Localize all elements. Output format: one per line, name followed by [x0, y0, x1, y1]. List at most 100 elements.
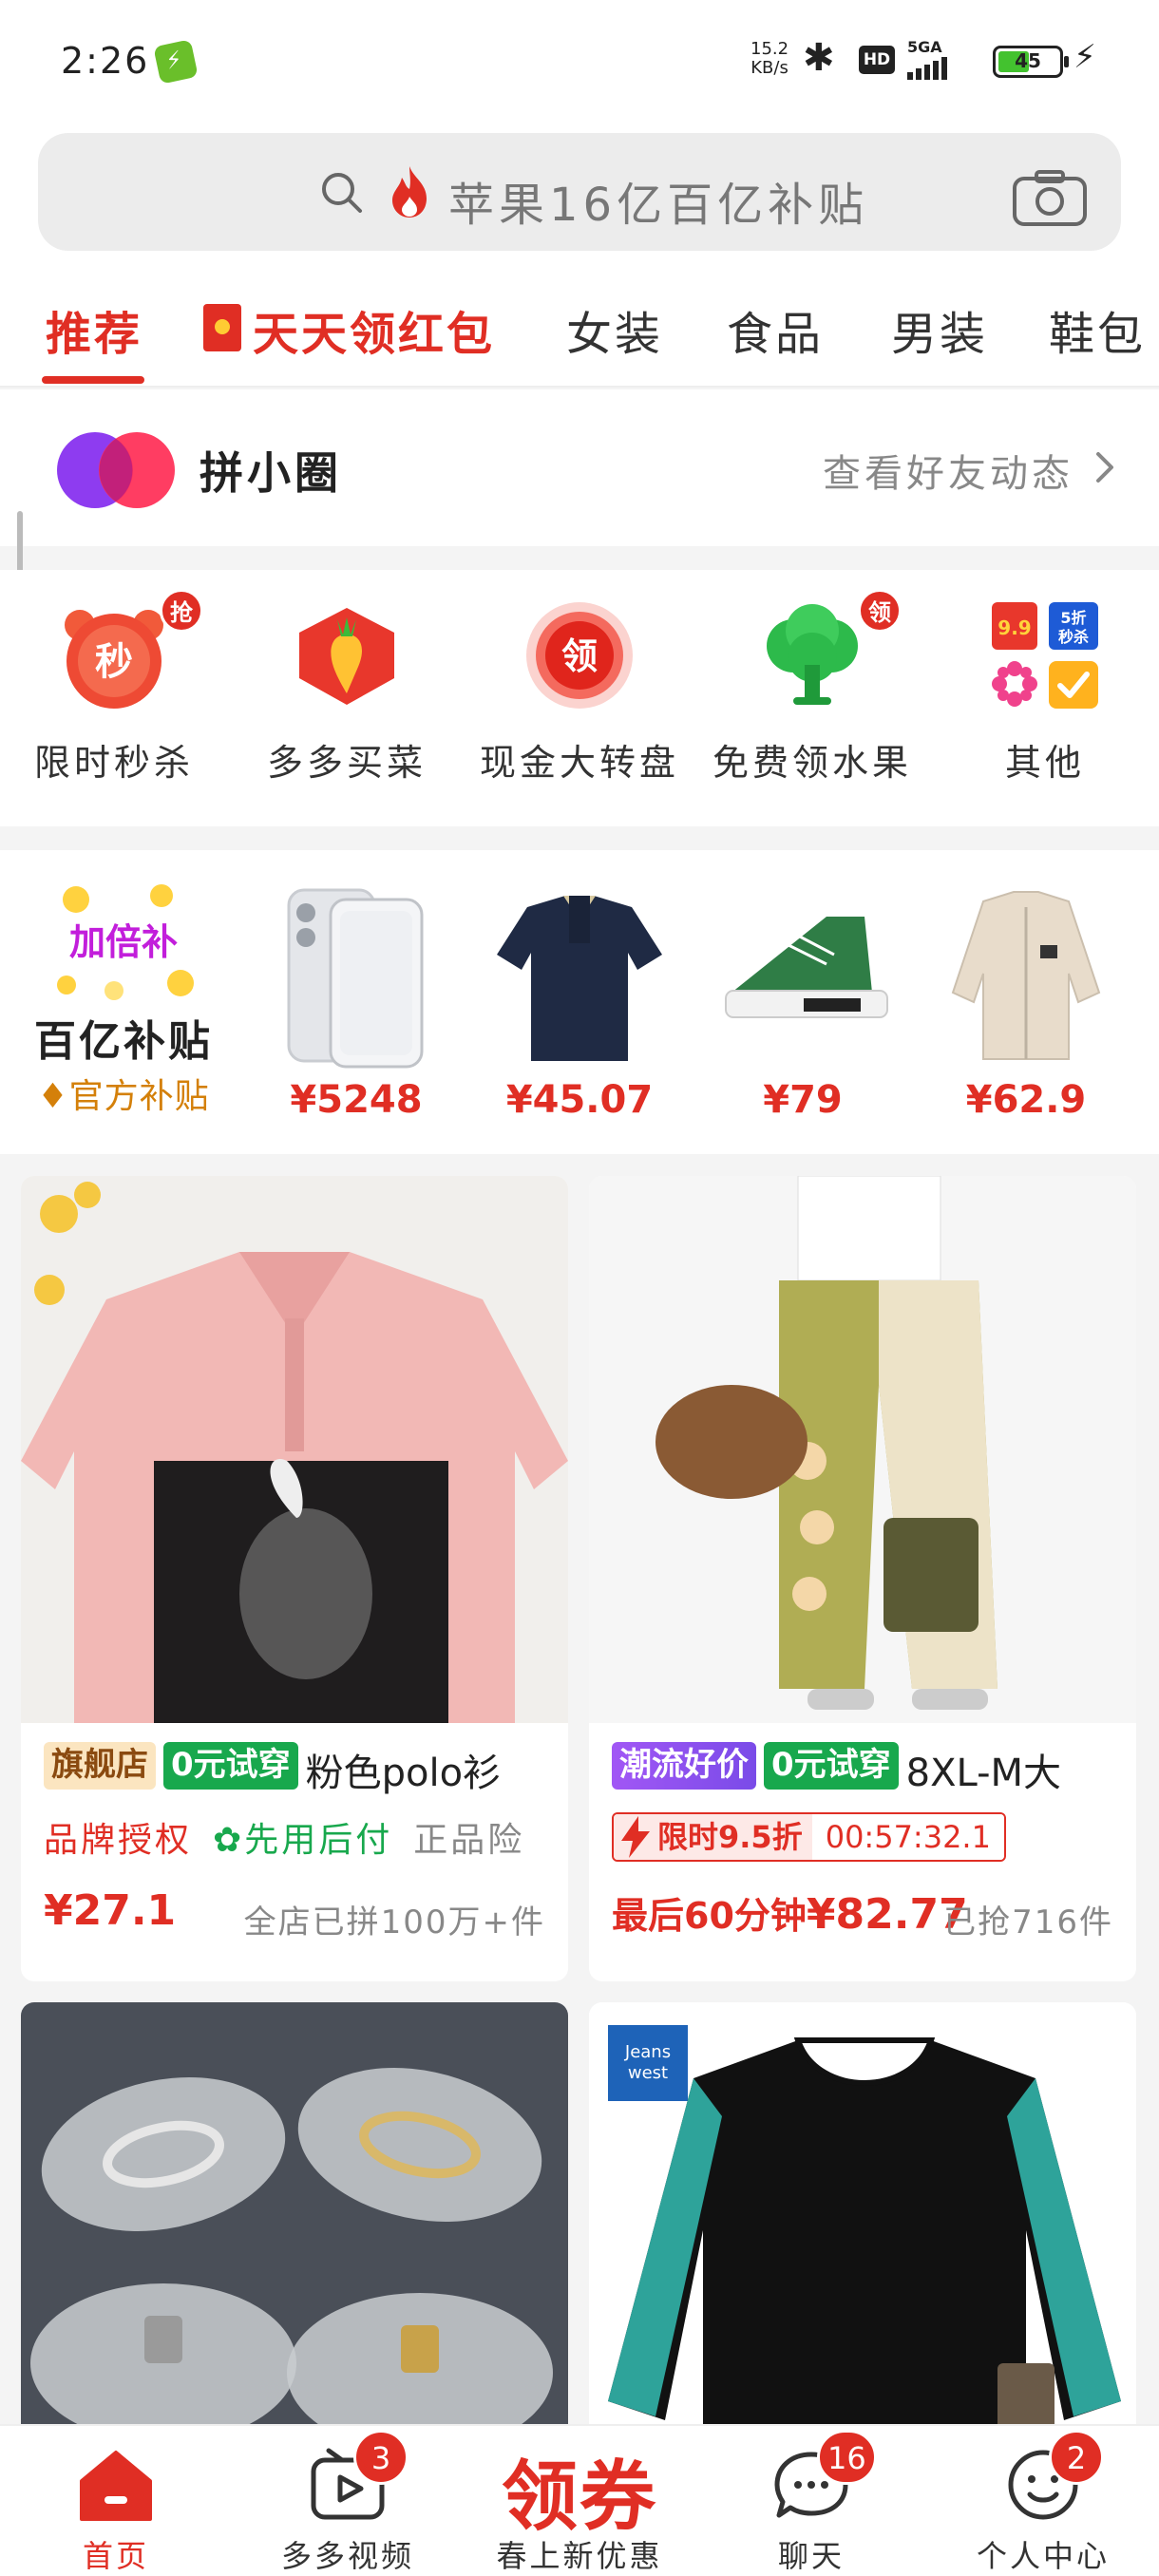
sold-count: 全店已拼100万+件: [243, 1904, 545, 1941]
friend-circle-title: 拼小圈: [200, 447, 342, 499]
countdown-timer: 00:57:32.1: [811, 1814, 1004, 1860]
nav-label: 聊天: [777, 2538, 845, 2574]
svg-text:加倍补: 加倍补: [69, 921, 178, 963]
nav-label: 首页: [82, 2538, 149, 2574]
billion-subsidy-strip: 加倍补 百亿补贴 ♦官方补贴 ¥5248 ¥45.07 ¥79 ¥62.9: [0, 850, 1159, 1154]
nav-label: 多多视频: [280, 2538, 414, 2574]
notification-app-icon: [153, 39, 199, 85]
subsidy-item-shirt[interactable]: ¥62.9: [926, 879, 1126, 1135]
grab-badge: 抢: [160, 589, 203, 633]
product-card[interactable]: [21, 2002, 568, 2424]
svg-text:5折: 5折: [1060, 609, 1086, 627]
subsidy-price: ¥79: [763, 1078, 843, 1122]
lightning-icon: [621, 1816, 650, 1858]
network-speed: 15.2 KB/s: [750, 40, 788, 78]
pink-polo-image: [21, 1176, 568, 1723]
product-card[interactable]: Jeans west: [589, 2002, 1136, 2424]
subsidy-item-phone[interactable]: ¥5248: [256, 879, 456, 1135]
friend-circle-row[interactable]: 拼小圈 查看好友动态: [0, 389, 1159, 546]
chat-badge: 16: [817, 2430, 877, 2485]
svg-text:9.9: 9.9: [998, 616, 1031, 639]
product-card[interactable]: 旗舰店 0元试穿 粉色polo衫 品牌授权 ✿先用后付 正品险 ¥27.1 全店已拼10…: [21, 1176, 568, 1981]
trend-price-tag: 潮流好价: [612, 1742, 756, 1790]
fire-icon: [392, 166, 427, 218]
nav-label: 个人中心: [976, 2538, 1110, 2574]
tab-mens[interactable]: 男装: [891, 296, 988, 363]
subsidy-title: 百亿补贴: [34, 1017, 213, 1066]
tab-daily-red-packet[interactable]: 天天领红包: [253, 296, 495, 363]
phone-image: [287, 888, 424, 1069]
cargo-pants-image: [589, 1176, 1136, 1723]
home-icon: [80, 2451, 152, 2521]
camera-icon[interactable]: [1012, 169, 1088, 226]
signal-icon: 5GA: [907, 38, 978, 80]
authentic-insurance-tag: 正品险: [413, 1821, 525, 1860]
tab-womens[interactable]: 女装: [566, 296, 663, 363]
charging-icon: ⚡: [1074, 38, 1096, 76]
sold-count: 已抢716件: [943, 1904, 1113, 1941]
product-card[interactable]: 潮流好价 0元试穿 8XL-M大 限时9.5折 00:57:32.1 最后60分钟¥8…: [589, 1176, 1136, 1981]
coupon-label: 领券: [502, 2453, 657, 2541]
video-badge: 3: [353, 2430, 408, 2485]
svg-text:秒: 秒: [95, 640, 133, 684]
svg-text:west: west: [628, 2063, 668, 2083]
shortcut-label: 其他: [1004, 742, 1085, 784]
subsidy-brand[interactable]: 加倍补 百亿补贴 ♦官方补贴: [19, 879, 228, 1126]
official-subsidy-badge: ♦官方补贴: [19, 1069, 228, 1118]
shortcut-free-fruit[interactable]: 领 免费领水果: [698, 570, 926, 826]
subsidy-item-polo[interactable]: ¥45.07: [480, 879, 679, 1135]
shortcut-more[interactable]: 9.9 5折 秒杀 其他: [931, 570, 1159, 826]
flash-sale-line: 限时9.5折 00:57:32.1: [612, 1812, 1127, 1864]
hd-icon: HD: [859, 46, 895, 74]
diamond-icon: ♦: [37, 1077, 69, 1116]
product-price: ¥27.1: [44, 1886, 177, 1935]
service-tags: 品牌授权 ✿先用后付 正品险: [44, 1812, 559, 1864]
category-tabs: 推荐 天天领红包 女装 食品 男装 鞋包: [0, 266, 1159, 388]
nav-chat[interactable]: 16 聊天: [695, 2426, 927, 2576]
nav-coupon[interactable]: 领券 春上新优惠: [464, 2426, 695, 2576]
search-input[interactable]: 苹果16亿百亿补贴: [38, 133, 1121, 251]
shirt-jacket-image: [951, 891, 1101, 1060]
wheel-icon: 领: [526, 602, 633, 709]
shortcut-label: 现金大转盘: [479, 742, 679, 784]
friend-activity-link[interactable]: 查看好友动态: [823, 443, 1074, 498]
product-title-line: 潮流好价 0元试穿 8XL-M大: [612, 1742, 1127, 1795]
pay-later-tag: ✿先用后付: [213, 1812, 392, 1862]
nav-video[interactable]: 3 多多视频: [232, 2426, 464, 2576]
subsidy-item-sneaker[interactable]: ¥79: [703, 879, 902, 1135]
subsidy-price: ¥62.9: [965, 1078, 1087, 1122]
free-try-tag: 0元试穿: [764, 1742, 899, 1790]
subsidy-price: ¥5248: [290, 1078, 423, 1122]
bottom-navigation: 首页 3 多多视频 领券 春上新优惠 16 聊天 2 个人中心: [0, 2424, 1159, 2576]
friend-circle-logo-icon: [57, 432, 175, 508]
tab-shoes-bags[interactable]: 鞋包: [1049, 296, 1146, 363]
flash-discount-badge: 限时9.5折 00:57:32.1: [612, 1812, 1006, 1862]
svg-text:领: 领: [561, 635, 598, 677]
status-bar: 2:26 15.2 KB/s ✱ HD 5GA 45 ⚡: [0, 0, 1159, 123]
polo-shirt-image: [497, 896, 662, 1061]
price-line: 最后60分钟¥82.77 已抢716件: [612, 1886, 1113, 1943]
profile-badge: 2: [1049, 2430, 1104, 2485]
official-subsidy-label: 官方补贴: [68, 1077, 210, 1116]
product-title: 8XL-M大: [905, 1752, 1062, 1795]
shortcut-cash-wheel[interactable]: 领 现金大转盘: [466, 570, 694, 826]
nav-home[interactable]: 首页: [0, 2426, 232, 2576]
sweatshirt-image: Jeans west: [589, 2002, 1136, 2424]
shortcut-flash-sale[interactable]: 秒 抢 限时秒杀: [0, 570, 228, 826]
shortcut-label: 限时秒杀: [33, 742, 194, 784]
flagship-tag: 旗舰店: [44, 1742, 156, 1790]
subsidy-price: ¥45.07: [505, 1078, 654, 1122]
search-area: 苹果16亿百亿补贴: [0, 123, 1159, 266]
red-packet-icon: [203, 304, 241, 351]
alarm-clock-icon: 秒: [65, 610, 163, 709]
nose-pads-image: [21, 2002, 568, 2424]
coins-icon: 加倍补: [57, 884, 194, 1000]
app-screen: 2:26 15.2 KB/s ✱ HD 5GA 45 ⚡ 苹: [0, 0, 1159, 2576]
tab-food[interactable]: 食品: [727, 296, 824, 363]
product-title-line: 旗舰店 0元试穿 粉色polo衫: [44, 1742, 559, 1795]
chevron-right-icon: [1096, 452, 1113, 483]
shortcut-grid: 秒 抢 限时秒杀 多多买菜 领 现金大转盘 领 免费领水果 9.9 5折 秒杀 …: [0, 570, 1159, 826]
nav-profile[interactable]: 2 个人中心: [927, 2426, 1159, 2576]
tab-recommend[interactable]: 推荐: [46, 296, 142, 363]
shortcut-grocery[interactable]: 多多买菜: [233, 570, 461, 826]
